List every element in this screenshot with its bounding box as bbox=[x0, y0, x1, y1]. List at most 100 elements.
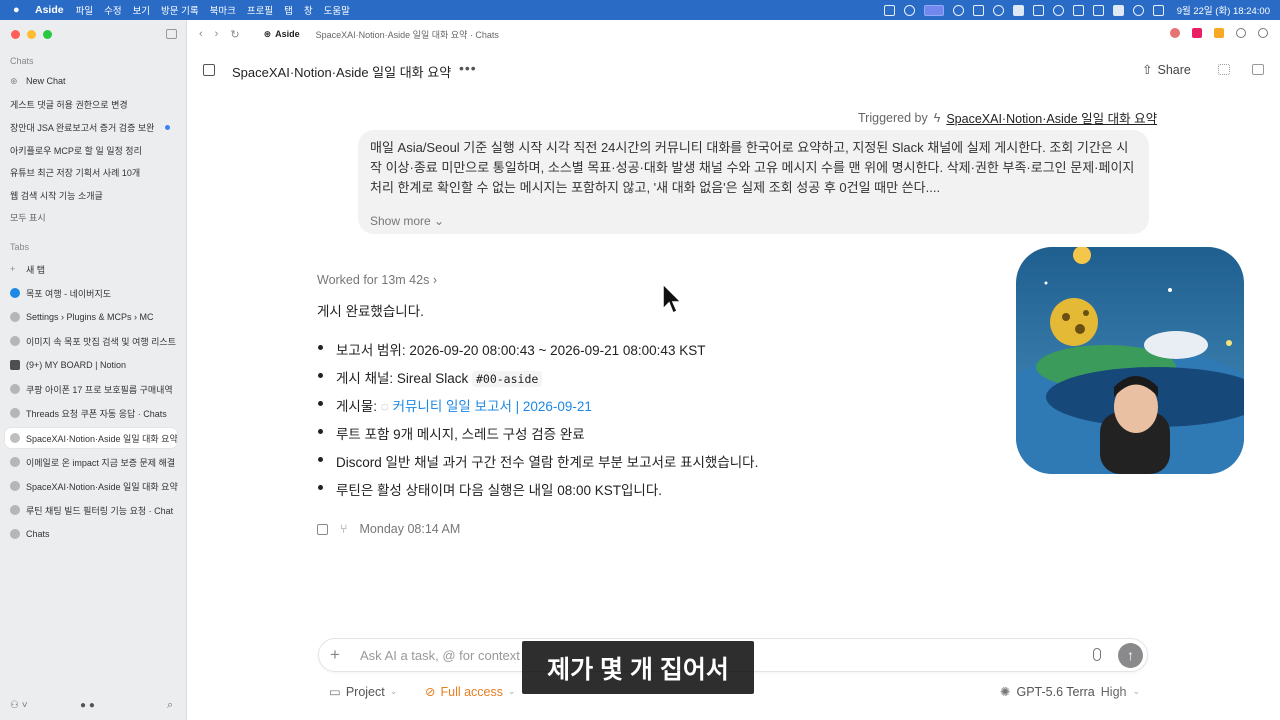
sidebar-toggle-icon[interactable] bbox=[166, 29, 177, 39]
new-chat-label: New Chat bbox=[26, 76, 66, 86]
worked-duration-toggle[interactable]: Worked for 13m 42s › bbox=[317, 273, 437, 287]
window-icon[interactable] bbox=[1012, 4, 1024, 16]
chat-label: 아키플로우 MCP로 할 일 일정 정리 bbox=[10, 145, 142, 156]
warning-icon: ⊘ bbox=[425, 685, 436, 699]
sidebar-chat-item[interactable]: 유튜브 최근 저장 기획서 사례 10개 bbox=[10, 162, 182, 182]
person-icon[interactable] bbox=[1092, 4, 1104, 16]
forward-icon[interactable]: › bbox=[215, 28, 219, 40]
effort-label: High bbox=[1100, 684, 1127, 699]
outline-icon[interactable] bbox=[1218, 64, 1230, 75]
compose-icon[interactable] bbox=[203, 64, 215, 76]
menu-window[interactable]: 창 bbox=[304, 3, 313, 17]
menu-edit[interactable]: 수정 bbox=[104, 3, 121, 17]
branch-icon[interactable]: ⑂ bbox=[340, 522, 348, 536]
tab-label: Chats bbox=[26, 529, 50, 539]
list-item-text: Discord 일반 채널 과거 구간 전수 열람 한계로 부분 보고서로 표시… bbox=[336, 455, 759, 470]
menu-file[interactable]: 파일 bbox=[76, 3, 93, 17]
camera-icon[interactable] bbox=[1072, 4, 1084, 16]
chat-label: 장안대 JSA 완료보고서 증거 검증 보완 bbox=[10, 122, 155, 133]
menu-app-name[interactable]: Aside bbox=[35, 4, 64, 16]
panel-toggle-icon[interactable] bbox=[1252, 64, 1264, 75]
profile-icon[interactable]: ⚇ ˅ bbox=[10, 700, 28, 711]
sidebar-chat-item[interactable]: 웹 검색 시작 기능 소개글 bbox=[10, 185, 182, 205]
aside-icon bbox=[10, 481, 20, 491]
response-list: 보고서 범위: 2026-09-20 08:00:43 ~ 2026-09-21… bbox=[317, 339, 758, 507]
sidebar-tab-item[interactable]: 쿠팡 아이폰 17 프로 보호필름 구매내역 bbox=[10, 379, 182, 399]
sidebar: Chats ⊕ New Chat 게스트 댓글 허용 권한으로 변경 장안대 JS… bbox=[0, 20, 187, 720]
notion-icon bbox=[10, 360, 20, 370]
menu-view[interactable]: 보기 bbox=[133, 3, 150, 17]
menu-bookmarks[interactable]: 북마크 bbox=[210, 3, 236, 17]
channel-code: #00-aside bbox=[471, 371, 543, 387]
aside-icon bbox=[10, 433, 20, 443]
search-icon[interactable]: ⌕ bbox=[167, 699, 173, 712]
share-button[interactable]: ⇧ Share bbox=[1142, 62, 1191, 78]
sidebar-chat-item[interactable]: 장안대 JSA 완료보고서 증거 검증 보완 bbox=[10, 117, 182, 137]
sidebar-tab-item[interactable]: Threads 요청 쿠폰 자동 응답 · Chats bbox=[10, 403, 182, 423]
tab-label: 이메일로 온 impact 지금 보증 문제 해결 bbox=[26, 457, 176, 468]
extension-icon[interactable] bbox=[1170, 28, 1180, 38]
access-selector[interactable]: ⊘ Full access ⌄ bbox=[425, 684, 516, 700]
sidebar-tab-item[interactable]: 루틴 채팅 빌드 필터링 기능 요청 · Chat bbox=[10, 500, 182, 520]
sidebar-tab-item-active[interactable]: SpaceXAI·Notion·Aside 일일 대화 요약 bbox=[5, 428, 177, 448]
page-dots-icon[interactable]: ● ● bbox=[80, 700, 95, 711]
sidebar-tab-item[interactable]: 목포 여행 - 네이버지도 bbox=[10, 283, 182, 303]
shield-icon[interactable] bbox=[992, 4, 1004, 16]
copy-icon[interactable] bbox=[317, 523, 328, 535]
aside-icon bbox=[10, 312, 20, 322]
sidebar-tab-item[interactable]: 이메일로 온 impact 지금 보증 문제 해결 bbox=[10, 452, 182, 472]
tabs-section-header: Tabs bbox=[10, 242, 30, 252]
close-window-button[interactable] bbox=[11, 30, 20, 39]
sidebar-chat-item[interactable]: 아키플로우 MCP로 할 일 일정 정리 bbox=[10, 140, 182, 160]
battery-icon[interactable] bbox=[1112, 4, 1124, 16]
extension-icon[interactable] bbox=[1258, 28, 1268, 38]
app-badge[interactable]: ⊛ Aside bbox=[264, 29, 300, 40]
extension-icon[interactable] bbox=[1214, 28, 1224, 38]
screen-icon[interactable] bbox=[883, 4, 895, 16]
more-icon[interactable]: ••• bbox=[459, 60, 477, 76]
browser-toolbar: ‹ › ↻ ⊛ Aside SpaceXAI·Notion·Aside 일일 대화… bbox=[187, 20, 1280, 48]
plus-icon: ⊕ bbox=[10, 75, 18, 86]
list-item: 보고서 범위: 2026-09-20 08:00:43 ~ 2026-09-21… bbox=[317, 339, 758, 367]
reload-icon[interactable]: ↻ bbox=[230, 28, 239, 41]
composer-input[interactable]: Ask AI a task, @ for context bbox=[360, 648, 520, 663]
menu-profile[interactable]: 프로필 bbox=[247, 3, 273, 17]
status-icon[interactable] bbox=[903, 4, 915, 16]
sidebar-tab-item[interactable]: Settings › Plugins & MCPs › MC bbox=[10, 307, 182, 327]
model-selector[interactable]: ✺ GPT-5.6 Terra High ⌄ bbox=[1000, 684, 1140, 700]
list-item-text: 보고서 범위: 2026-09-20 08:00:43 ~ 2026-09-21… bbox=[336, 343, 706, 358]
extension-icon[interactable] bbox=[1192, 28, 1202, 38]
sidebar-tab-item[interactable]: SpaceXAI·Notion·Aside 일일 대화 요약 bbox=[10, 476, 182, 496]
trigger-link[interactable]: SpaceXAI·Notion·Aside 일일 대화 요약 bbox=[946, 108, 1157, 127]
breadcrumb[interactable]: SpaceXAI·Notion·Aside 일일 대화 요약 · Chats bbox=[316, 28, 499, 41]
clipboard-icon[interactable] bbox=[1032, 4, 1044, 16]
menu-help[interactable]: 도움말 bbox=[324, 3, 350, 17]
sidebar-tab-item[interactable]: Chats bbox=[10, 524, 182, 544]
sidebar-tab-item[interactable]: 이미지 속 목포 맛집 검색 및 여행 리스트 bbox=[10, 331, 182, 351]
apple-icon[interactable]: ● bbox=[13, 4, 27, 16]
menu-history[interactable]: 방문 기록 bbox=[161, 3, 199, 17]
menu-tab[interactable]: 탭 bbox=[284, 3, 293, 17]
zoom-window-button[interactable] bbox=[43, 30, 52, 39]
sidebar-tab-item[interactable]: (9+) MY BOARD | Notion bbox=[10, 355, 182, 375]
record-icon[interactable] bbox=[952, 4, 964, 16]
new-chat-button[interactable]: ⊕ New Chat bbox=[10, 71, 182, 91]
highlighted-app-icon[interactable] bbox=[923, 4, 944, 16]
project-selector[interactable]: ▭ Project ⌄ bbox=[329, 684, 397, 700]
sidebar-chat-item[interactable]: 게스트 댓글 허용 권한으로 변경 bbox=[10, 94, 182, 114]
back-icon[interactable]: ‹ bbox=[199, 28, 203, 40]
send-button[interactable]: ↑ bbox=[1118, 643, 1143, 668]
control-center-icon[interactable] bbox=[1152, 4, 1164, 16]
bolt-icon[interactable] bbox=[972, 4, 984, 16]
cloud-icon[interactable] bbox=[1052, 4, 1064, 16]
extension-icon[interactable] bbox=[1236, 28, 1246, 38]
new-tab-button[interactable]: + 새 탭 bbox=[10, 259, 182, 279]
minimize-window-button[interactable] bbox=[27, 30, 36, 39]
post-link[interactable]: 커뮤니티 일일 보고서 | 2026-09-21 bbox=[393, 399, 592, 414]
add-attachment-icon[interactable]: + bbox=[330, 645, 340, 665]
microphone-icon[interactable] bbox=[1093, 648, 1101, 661]
show-all-chats-link[interactable]: 모두 표시 bbox=[10, 207, 182, 227]
menubar-clock[interactable]: 9월 22일 (화) 18:24:00 bbox=[1177, 3, 1270, 17]
wifi-icon[interactable] bbox=[1132, 4, 1144, 16]
show-more-button[interactable]: Show more ⌄ bbox=[370, 211, 444, 231]
